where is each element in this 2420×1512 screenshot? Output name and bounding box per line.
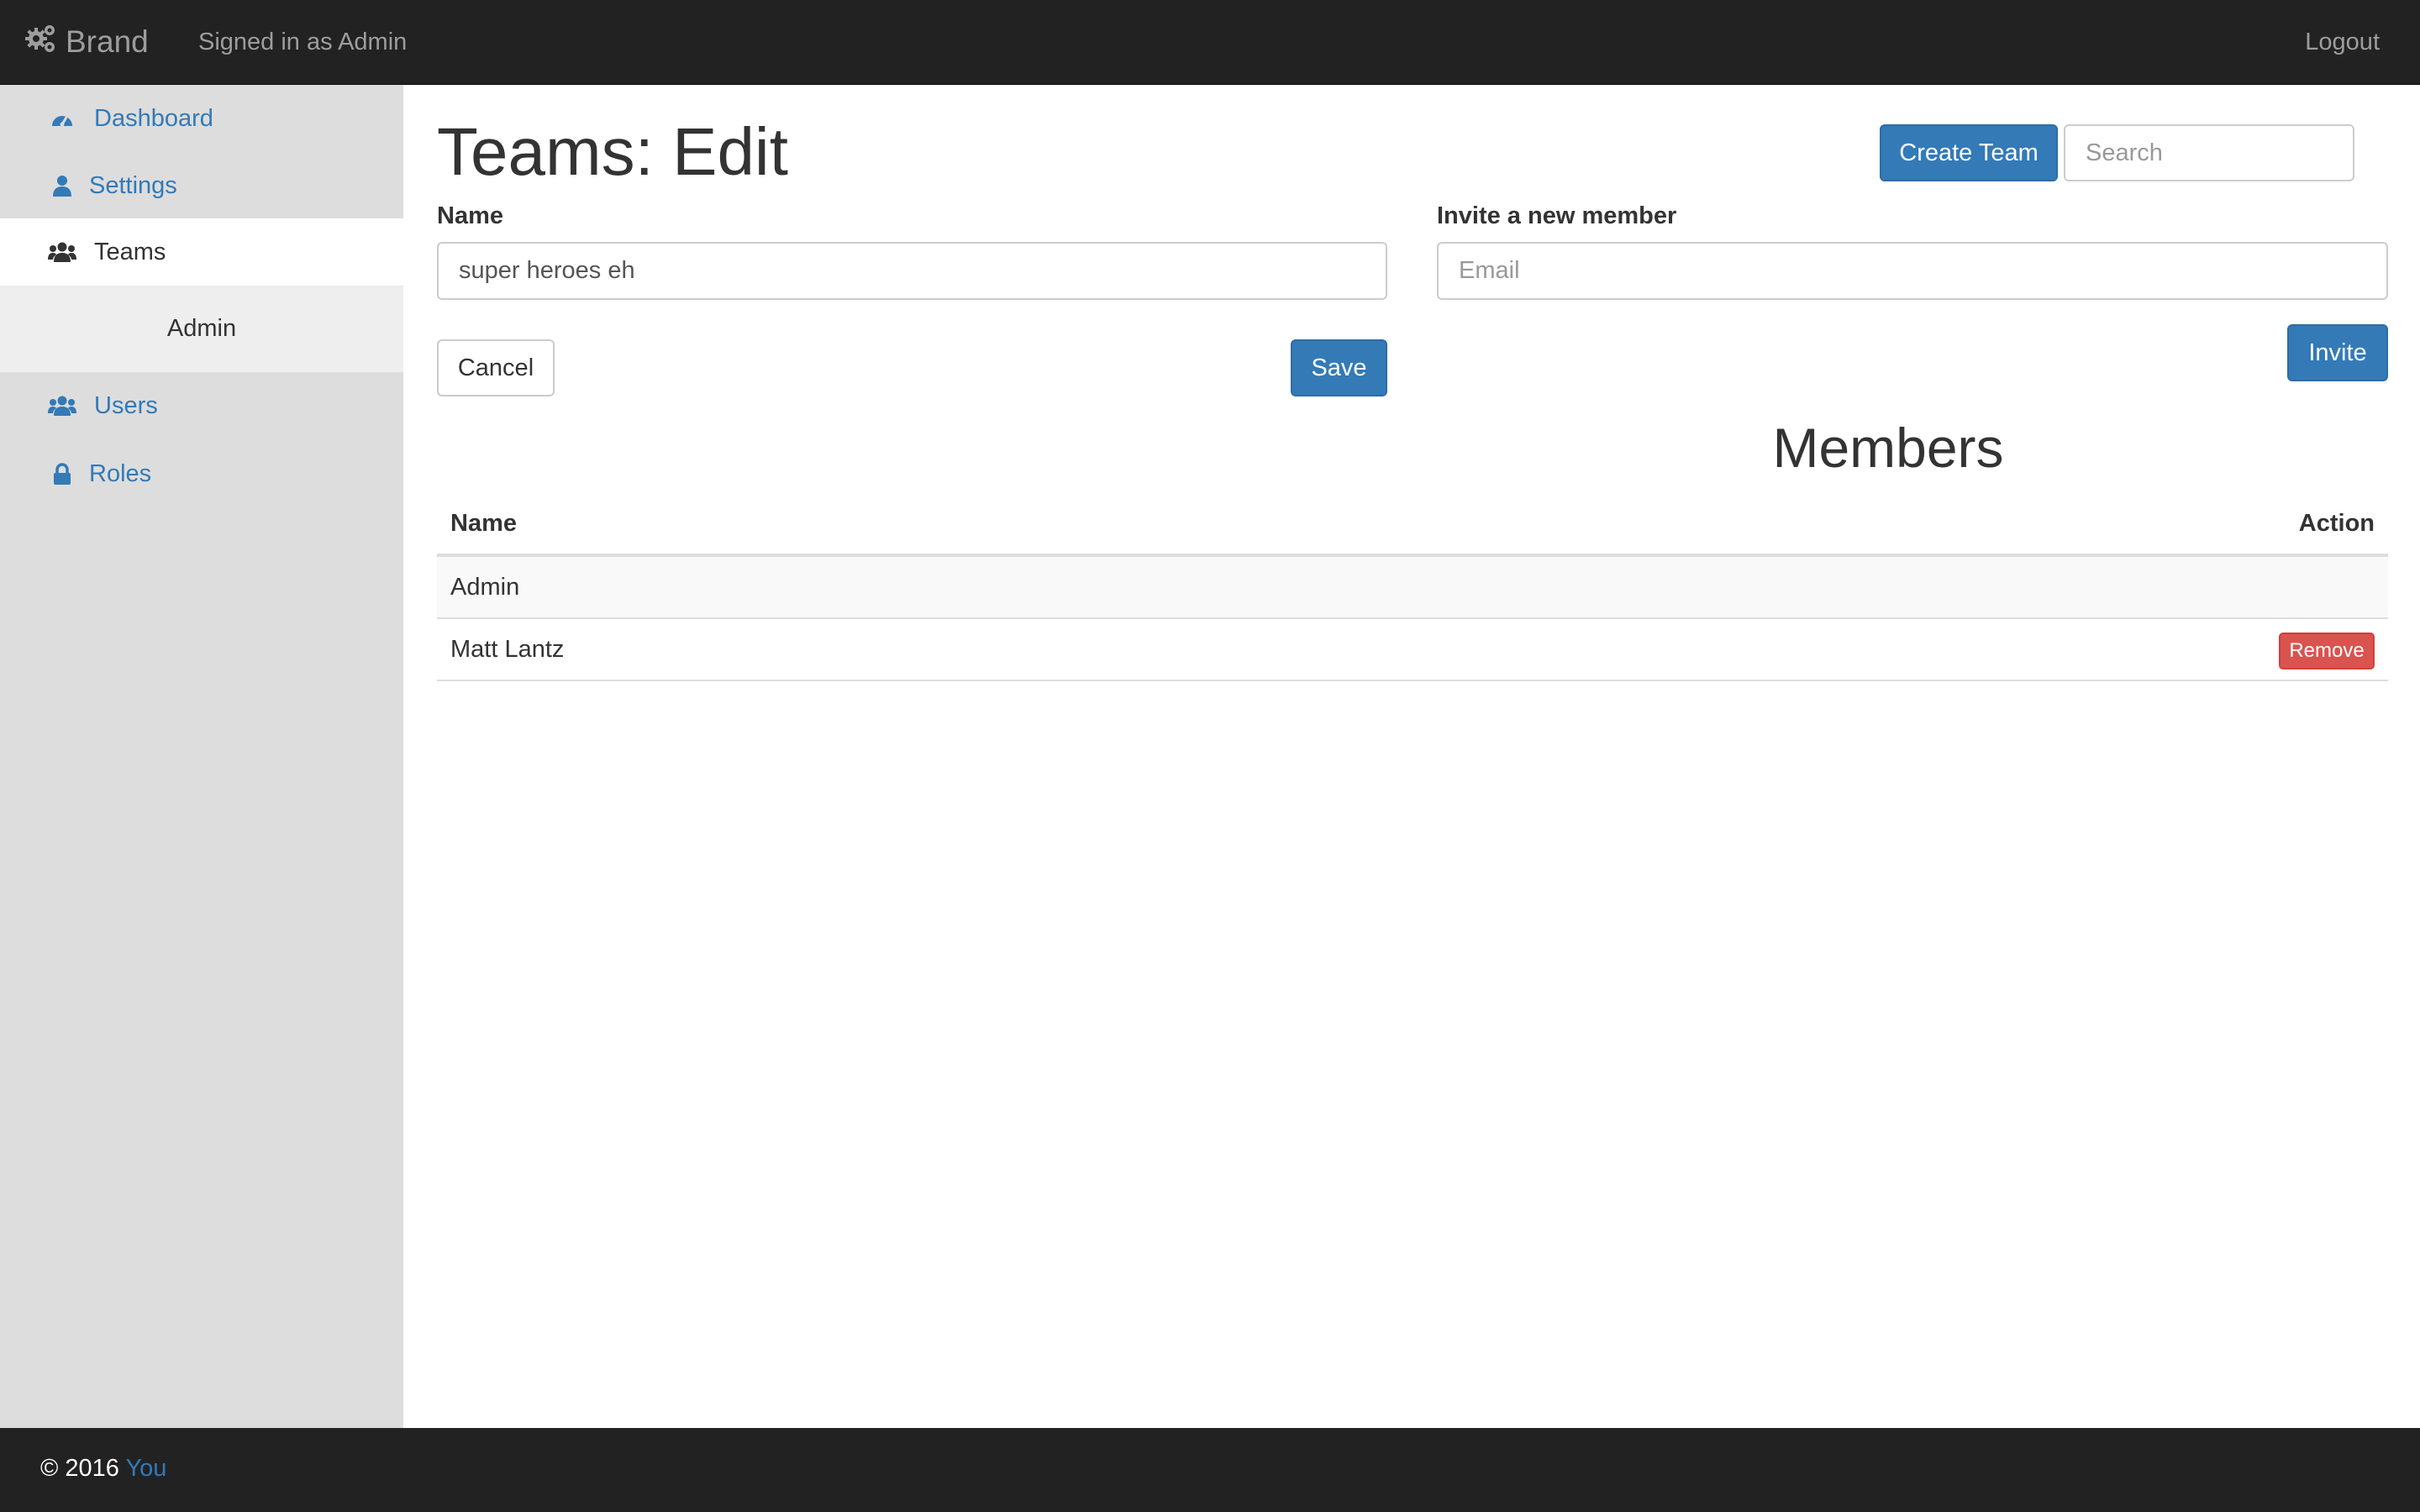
- sidebar-item-label: Roles: [89, 459, 152, 487]
- members-heading: Members: [1772, 417, 2004, 479]
- table-header: Name Action: [437, 503, 2388, 557]
- sidebar-item-users[interactable]: Users: [0, 372, 403, 439]
- brand-link[interactable]: Brand: [24, 20, 149, 64]
- sidebar-subitem-admin[interactable]: Admin: [0, 286, 403, 372]
- cancel-button[interactable]: Cancel: [437, 339, 555, 396]
- name-label: Name: [437, 202, 503, 229]
- main-content: Teams: Edit Create Team Name Cancel Save…: [403, 85, 2420, 1428]
- logout-link[interactable]: Logout: [2305, 27, 2380, 57]
- top-navbar: Brand Signed in as Admin Logout: [0, 0, 2420, 85]
- sidebar-item-label: Users: [94, 391, 158, 419]
- sidebar: Dashboard Settings Teams Admin Users Rol…: [0, 85, 403, 1428]
- sidebar-item-settings[interactable]: Settings: [0, 152, 403, 219]
- email-input[interactable]: [1437, 242, 2388, 300]
- sidebar-item-teams[interactable]: Teams: [0, 218, 403, 286]
- lock-icon: [45, 463, 79, 485]
- table-row: Admin: [437, 557, 2388, 619]
- signed-in-text: Signed in as Admin: [198, 29, 408, 55]
- table-row: Matt Lantz Remove: [437, 619, 2388, 681]
- cogs-icon: [24, 22, 66, 63]
- copyright-text: © 2016: [40, 1455, 119, 1482]
- search-input[interactable]: [2064, 124, 2354, 181]
- column-header-action: Action: [2298, 510, 2375, 537]
- invite-button[interactable]: Invite: [2287, 324, 2388, 381]
- footer-text: © 2016 You: [40, 1455, 166, 1483]
- page-title: Teams: Edit: [437, 114, 788, 189]
- column-header-name: Name: [450, 510, 517, 537]
- sidebar-item-dashboard[interactable]: Dashboard: [0, 85, 403, 152]
- remove-member-button[interactable]: Remove: [2279, 633, 2375, 669]
- sidebar-item-label: Teams: [94, 238, 166, 265]
- sidebar-item-label: Settings: [89, 171, 177, 199]
- brand-label: Brand: [66, 24, 149, 59]
- users-icon: [45, 241, 79, 263]
- sidebar-item-roles[interactable]: Roles: [0, 440, 403, 507]
- users-icon: [45, 395, 79, 417]
- dashboard-icon: [45, 108, 79, 129]
- team-name-input[interactable]: [437, 242, 1387, 300]
- member-name: Matt Lantz: [450, 636, 565, 663]
- footer-link[interactable]: You: [126, 1455, 167, 1482]
- invite-label: Invite a new member: [1437, 202, 1677, 229]
- members-table: Name Action Admin Matt Lantz Remove: [437, 503, 2388, 681]
- create-team-button[interactable]: Create Team: [1880, 124, 2058, 181]
- user-icon: [45, 175, 79, 197]
- footer: © 2016 You: [0, 1428, 2420, 1512]
- save-button[interactable]: Save: [1291, 339, 1387, 396]
- member-name: Admin: [450, 574, 520, 601]
- sidebar-item-label: Dashboard: [94, 104, 213, 132]
